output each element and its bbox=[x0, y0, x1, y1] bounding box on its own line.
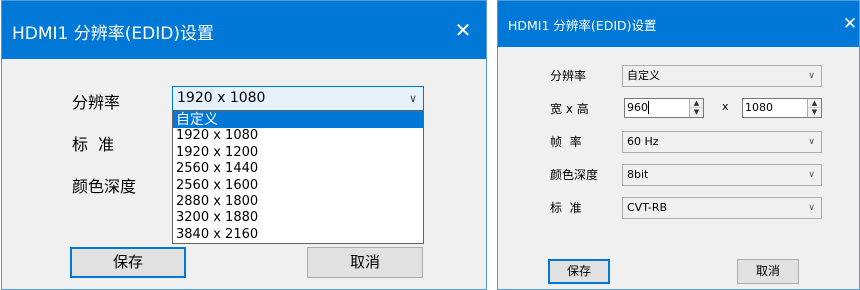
width-height-label: 宽 x 高 bbox=[550, 102, 589, 116]
height-value: 1080 bbox=[745, 101, 773, 114]
cancel-button[interactable]: 取消 bbox=[737, 259, 799, 284]
caret-up-icon[interactable]: ▲ bbox=[690, 99, 703, 108]
dropdown-option[interactable]: 2880 x 1800 bbox=[173, 194, 423, 210]
color-depth-label: 颜色深度 bbox=[550, 168, 599, 182]
dropdown-option[interactable]: 1920 x 1080 bbox=[173, 128, 423, 144]
save-button[interactable]: 保存 bbox=[70, 247, 186, 278]
height-stepper[interactable]: 1080 ▲ ▼ bbox=[742, 98, 822, 118]
resolution-select[interactable]: 1920 x 1080 ∨ bbox=[172, 86, 424, 111]
width-value: 960 bbox=[627, 101, 648, 114]
chevron-down-icon[interactable]: ∨ bbox=[808, 198, 815, 218]
close-icon[interactable]: ✕ bbox=[837, 1, 859, 47]
resolution-label: 分辨率 bbox=[550, 69, 587, 83]
dropdown-option[interactable]: 自定义 bbox=[173, 112, 423, 129]
frame-rate-value: 60 Hz bbox=[627, 135, 659, 148]
dropdown-option[interactable]: 2560 x 1600 bbox=[173, 178, 423, 194]
title-bar: HDMI1 分辨率(EDID)设置 ✕ bbox=[498, 1, 859, 47]
dropdown-option[interactable]: 2560 x 1440 bbox=[173, 161, 423, 177]
save-button[interactable]: 保存 bbox=[548, 259, 610, 284]
resolution-dropdown-list: 自定义 1920 x 1080 1920 x 1200 2560 x 1440 … bbox=[172, 111, 424, 244]
standard-label: 标 准 bbox=[72, 135, 115, 154]
resolution-select-value: 1920 x 1080 bbox=[177, 90, 266, 106]
edid-dialog-right: HDMI1 分辨率(EDID)设置 ✕ 分辨率 宽 x 高 帧 率 颜色深度 标… bbox=[497, 0, 860, 290]
standard-label: 标 准 bbox=[550, 201, 582, 215]
chevron-down-icon[interactable]: ∨ bbox=[808, 132, 815, 152]
resolution-label: 分辨率 bbox=[72, 93, 121, 112]
resolution-select[interactable]: 自定义 ∨ bbox=[622, 65, 822, 87]
caret-up-icon[interactable]: ▲ bbox=[808, 99, 821, 108]
chevron-down-icon[interactable]: ∨ bbox=[409, 87, 417, 110]
width-spin-buttons: ▲ ▼ bbox=[689, 99, 703, 117]
width-stepper[interactable]: 960 ▲ ▼ bbox=[624, 98, 704, 118]
cancel-button[interactable]: 取消 bbox=[307, 247, 423, 278]
height-spin-buttons: ▲ ▼ bbox=[807, 99, 821, 117]
dialog-title: HDMI1 分辨率(EDID)设置 bbox=[12, 24, 214, 44]
color-depth-value: 8bit bbox=[627, 168, 649, 181]
color-depth-select[interactable]: 8bit ∨ bbox=[622, 164, 822, 186]
dropdown-option[interactable]: 3840 x 2160 bbox=[173, 227, 423, 243]
resolution-select-value: 自定义 bbox=[627, 69, 660, 82]
standard-value: CVT-RB bbox=[627, 201, 668, 214]
dropdown-option[interactable]: 1920 x 1200 bbox=[173, 145, 423, 161]
title-bar: HDMI1 分辨率(EDID)设置 ✕ bbox=[2, 1, 486, 59]
size-separator: x bbox=[722, 100, 729, 113]
close-icon[interactable]: ✕ bbox=[440, 1, 486, 59]
caret-down-icon[interactable]: ▼ bbox=[690, 108, 703, 117]
dropdown-option[interactable]: 3200 x 1880 bbox=[173, 210, 423, 226]
standard-select[interactable]: CVT-RB ∨ bbox=[622, 197, 822, 219]
color-depth-label: 颜色深度 bbox=[72, 177, 137, 196]
chevron-down-icon[interactable]: ∨ bbox=[808, 165, 815, 185]
edid-dialog-left: HDMI1 分辨率(EDID)设置 ✕ 分辨率 标 准 颜色深度 1920 x … bbox=[1, 0, 487, 290]
text-caret bbox=[648, 101, 649, 114]
chevron-down-icon[interactable]: ∨ bbox=[808, 66, 815, 86]
dialog-title: HDMI1 分辨率(EDID)设置 bbox=[508, 18, 657, 33]
caret-down-icon[interactable]: ▼ bbox=[808, 108, 821, 117]
frame-rate-select[interactable]: 60 Hz ∨ bbox=[622, 131, 822, 153]
frame-rate-label: 帧 率 bbox=[550, 135, 582, 149]
